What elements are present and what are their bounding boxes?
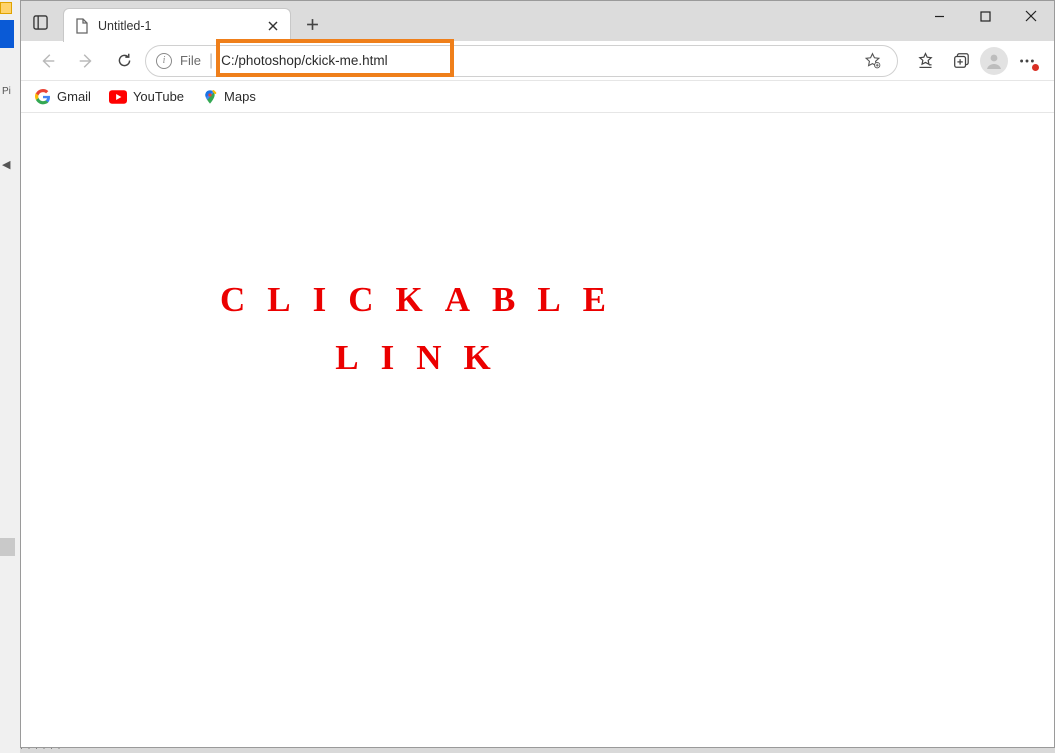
tab-close-button[interactable] [264, 17, 282, 35]
status-bar-fragment: · · · · · · [20, 743, 62, 753]
browser-window: Untitled-1 [20, 0, 1055, 748]
reload-icon [116, 52, 133, 69]
maximize-icon [980, 11, 991, 22]
tab-strip: Untitled-1 [21, 1, 1054, 41]
favorites-button[interactable] [908, 44, 942, 78]
desktop-background: Pi ◀ [0, 0, 20, 753]
profile-button[interactable] [980, 47, 1008, 75]
back-button[interactable] [31, 44, 65, 78]
folder-icon [0, 2, 12, 14]
bookmark-youtube[interactable]: YouTube [109, 89, 184, 104]
star-list-icon [916, 51, 935, 70]
address-scheme: File [180, 53, 201, 68]
address-bar[interactable]: i File | C:/photoshop/ckick-me.html [145, 45, 898, 77]
background-app-stripe [0, 20, 14, 48]
background-selection [0, 538, 15, 556]
tab-title: Untitled-1 [98, 19, 256, 33]
window-minimize-button[interactable] [916, 1, 962, 31]
minimize-icon [934, 11, 945, 22]
tab-actions-button[interactable] [21, 3, 59, 41]
bookmarks-bar: Gmail YouTube Maps [21, 81, 1054, 113]
window-close-button[interactable] [1008, 1, 1054, 31]
favorite-button[interactable] [855, 44, 889, 78]
browser-toolbar: i File | C:/photoshop/ckick-me.html [21, 41, 1054, 81]
bookmark-gmail[interactable]: Gmail [35, 89, 91, 105]
arrow-right-icon [77, 52, 95, 70]
person-icon [984, 51, 1004, 71]
clickable-link-heading[interactable]: CLICKABLE LINK [199, 271, 649, 387]
bookmark-label: Gmail [57, 89, 91, 104]
tab-actions-icon [33, 15, 48, 30]
bookmark-maps[interactable]: Maps [202, 89, 256, 105]
more-button[interactable] [1010, 44, 1044, 78]
site-info-icon[interactable]: i [156, 53, 172, 69]
page-content: CLICKABLE LINK [21, 113, 1054, 747]
browser-tab[interactable]: Untitled-1 [63, 8, 291, 42]
address-separator: | [209, 52, 213, 70]
bookmark-label: YouTube [133, 89, 184, 104]
window-controls [916, 1, 1054, 31]
new-tab-button[interactable] [297, 9, 327, 39]
forward-button[interactable] [69, 44, 103, 78]
chevron-left-icon: ◀ [2, 158, 10, 171]
address-url: C:/photoshop/ckick-me.html [221, 53, 847, 68]
notification-badge-icon [1031, 63, 1040, 72]
close-icon [268, 21, 278, 31]
background-label: Pi [2, 86, 11, 97]
window-maximize-button[interactable] [962, 1, 1008, 31]
bookmark-label: Maps [224, 89, 256, 104]
plus-icon [306, 18, 319, 31]
maps-icon [202, 89, 218, 105]
collections-icon [952, 52, 970, 70]
close-icon [1025, 10, 1037, 22]
arrow-left-icon [39, 52, 57, 70]
file-icon [74, 18, 90, 34]
star-plus-icon [864, 52, 881, 69]
youtube-icon [109, 90, 127, 104]
collections-button[interactable] [944, 44, 978, 78]
reload-button[interactable] [107, 44, 141, 78]
google-icon [35, 89, 51, 105]
